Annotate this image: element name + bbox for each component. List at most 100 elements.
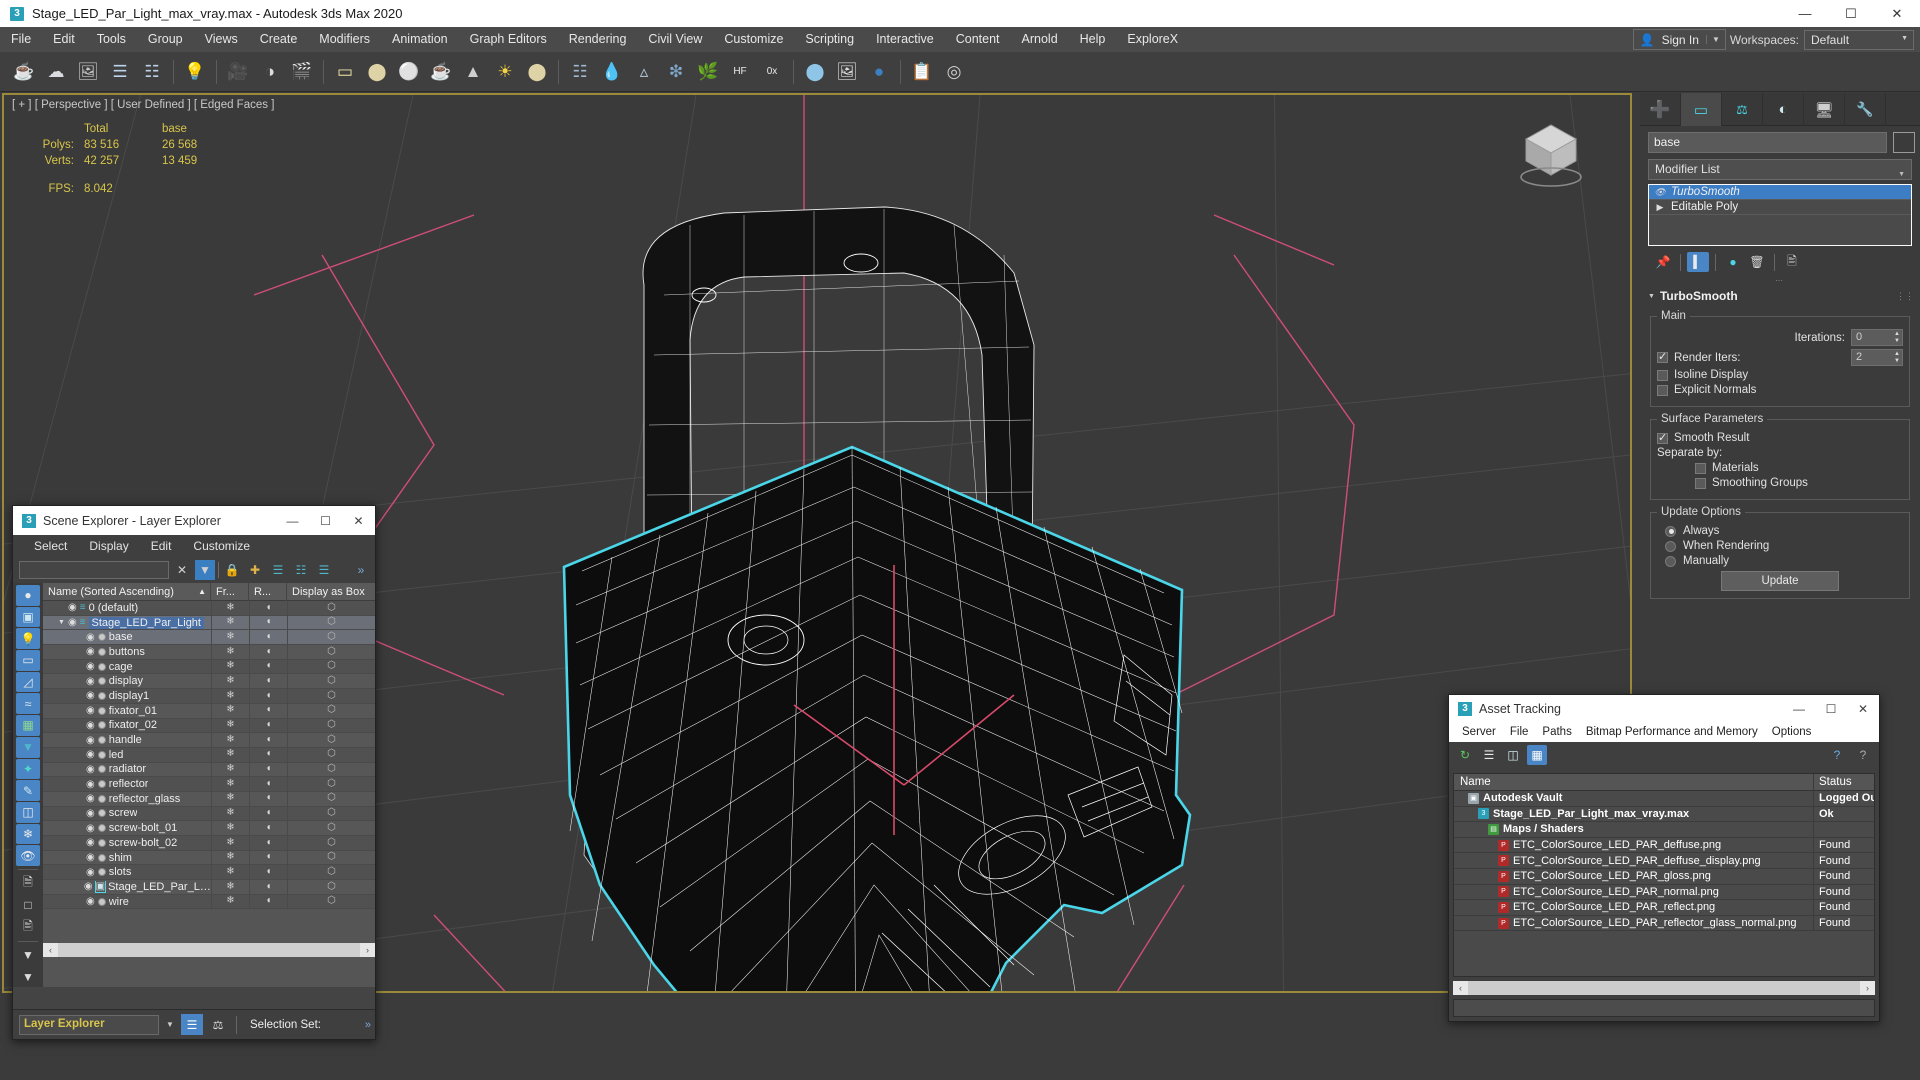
mirror-icon[interactable]: 🌿 (693, 57, 723, 87)
layer-row-name-cell[interactable]: ◉fixator_02 (43, 719, 211, 731)
sidetool-helpers-icon[interactable]: ◿ (16, 672, 40, 693)
object-dot-icon[interactable] (98, 736, 106, 744)
update-always-radio[interactable] (1665, 526, 1676, 537)
scene-explorer-maximize-button[interactable]: ☐ (309, 506, 342, 535)
layer-row-name-cell[interactable]: ◉screw-bolt_01 (43, 822, 211, 834)
object-dot-icon[interactable] (98, 868, 106, 876)
help-pointer-icon[interactable]: ? (1827, 745, 1847, 765)
table-row[interactable]: ◉reflector❄◖⬡ (43, 777, 375, 792)
asset-name-cell[interactable]: 3Stage_LED_Par_Light_max_vray.max (1454, 806, 1814, 822)
smooth-result-checkbox[interactable] (1657, 433, 1668, 444)
visibility-eye-icon[interactable]: ◉ (86, 867, 95, 878)
layer-row-name-cell[interactable]: ◉shim (43, 852, 211, 864)
render-iters-spinner[interactable]: 2 ▲▼ (1851, 349, 1903, 366)
display-as-box-toggle-icon[interactable]: ⬡ (287, 747, 375, 762)
tab-motion[interactable]: ◐ (1763, 93, 1804, 126)
display-as-box-toggle-icon[interactable]: ⬡ (287, 806, 375, 821)
update-button[interactable]: Update (1721, 571, 1839, 591)
table-row[interactable]: ◉reflector_glass❄◖⬡ (43, 792, 375, 807)
freeze-toggle-icon[interactable]: ❄ (211, 601, 249, 616)
layer-row-name-cell[interactable]: ◉fixator_01 (43, 705, 211, 717)
sort-ascending-icon[interactable]: ▲ (198, 583, 210, 601)
turbosmooth-rollout-header[interactable]: ▼ TurboSmooth ⋮⋮ (1640, 287, 1920, 306)
menu-group[interactable]: Group (137, 27, 194, 52)
menu-arnold[interactable]: Arnold (1011, 27, 1069, 52)
renderable-toggle-icon[interactable]: ◖ (249, 777, 287, 792)
scene-explorer-layer-list[interactable]: Name (Sorted Ascending) ▲ Fr... R... Dis… (43, 583, 375, 987)
schematic-view-icon[interactable]: 🖼 (832, 57, 862, 87)
table-row[interactable]: ◉base❄◖⬡ (43, 630, 375, 645)
menu-animation[interactable]: Animation (381, 27, 459, 52)
update-manually-row[interactable]: Manually (1657, 555, 1903, 567)
freeze-toggle-icon[interactable]: ❄ (211, 880, 249, 895)
bind-space-warp-icon[interactable]: ☷ (137, 57, 167, 87)
angle-snap-icon[interactable]: ☷ (565, 57, 595, 87)
modifier-eye-icon[interactable]: 👁 (1649, 187, 1671, 198)
configure-sets-icon[interactable]: 🖹 (1781, 252, 1803, 272)
layer-row-name-cell[interactable]: ◉▣Stage_LED_Par_Light (43, 881, 211, 893)
overflow-chevrons-icon[interactable]: » (365, 1019, 371, 1031)
tab-modify[interactable]: ▭ (1681, 93, 1722, 126)
select-and-rotate-icon[interactable]: ⬤ (362, 57, 392, 87)
visibility-eye-icon[interactable]: ◉ (86, 735, 95, 746)
scroll-thumb[interactable] (58, 943, 360, 957)
asset-tracking-horizontal-scrollbar[interactable]: ‹ › (1453, 981, 1875, 995)
table-row[interactable]: ◉fixator_01❄◖⬡ (43, 704, 375, 719)
visibility-eye-icon[interactable]: ◉ (86, 749, 95, 760)
select-object-icon[interactable]: 💡 (180, 57, 210, 87)
layer-row-name-cell[interactable]: ◉handle (43, 734, 211, 746)
menu-explorex[interactable]: ExploreX (1116, 27, 1189, 52)
chevron-down-icon[interactable]: ▼ (1648, 293, 1655, 300)
visibility-eye-icon[interactable]: ◉ (86, 705, 95, 716)
select-and-place-icon[interactable]: ☀ (490, 57, 520, 87)
select-and-scale-icon[interactable]: ⚪ (394, 57, 424, 87)
display-as-box-toggle-icon[interactable]: ⬡ (287, 718, 375, 733)
scroll-left-icon[interactable]: ‹ (43, 945, 58, 955)
at-menu-file[interactable]: File (1503, 726, 1536, 738)
layer-row-name-cell[interactable]: ◉reflector (43, 778, 211, 790)
object-dot-icon[interactable] (98, 663, 106, 671)
scene-explorer-window[interactable]: 3 Scene Explorer - Layer Explorer — ☐ ✕ … (12, 505, 376, 1040)
renderable-toggle-icon[interactable]: ◖ (249, 601, 287, 616)
explicit-normals-row[interactable]: Explicit Normals (1657, 384, 1903, 396)
renderable-toggle-icon[interactable]: ◖ (249, 880, 287, 895)
asset-name-cell[interactable]: PETC_ColorSource_LED_PAR_normal.png (1454, 884, 1814, 900)
layer-row-name-cell[interactable]: ◉screw-bolt_02 (43, 837, 211, 849)
layer-row-name-cell[interactable]: ◉led (43, 749, 211, 761)
freeze-toggle-icon[interactable]: ❄ (211, 659, 249, 674)
freeze-toggle-icon[interactable]: ❄ (211, 630, 249, 645)
menu-content[interactable]: Content (945, 27, 1011, 52)
freeze-toggle-icon[interactable]: ❄ (211, 689, 249, 704)
render-iters-checkbox[interactable] (1657, 352, 1668, 363)
display-as-box-toggle-icon[interactable]: ⬡ (287, 689, 375, 704)
asset-tracking-maximize-button[interactable]: ☐ (1815, 695, 1847, 722)
workspaces-dropdown[interactable]: Default (1804, 30, 1914, 50)
group-icon[interactable]: ▣ (96, 881, 105, 892)
display-as-box-toggle-icon[interactable]: ⬡ (287, 630, 375, 645)
materials-checkbox[interactable] (1695, 463, 1706, 474)
sidetool-filter-icon[interactable]: ▼ (16, 966, 40, 987)
asset-name-cell[interactable]: ▤Maps / Shaders (1454, 822, 1814, 838)
scene-explorer-close-button[interactable]: ✕ (342, 506, 375, 535)
table-row[interactable]: ◉screw-bolt_01❄◖⬡ (43, 821, 375, 836)
renderable-toggle-icon[interactable]: ◖ (249, 836, 287, 851)
at-column-name[interactable]: Name (1454, 774, 1814, 791)
window-crossing-icon[interactable]: 🎬 (287, 57, 317, 87)
sidetool-blank-icon[interactable]: □ (16, 895, 40, 916)
menu-create[interactable]: Create (249, 27, 309, 52)
sidetool-xrefs-icon[interactable]: ▼ (16, 737, 40, 758)
scroll-left-icon[interactable]: ‹ (1453, 983, 1468, 993)
smooth-result-row[interactable]: Smooth Result (1657, 432, 1903, 444)
visibility-eye-icon[interactable]: ◉ (86, 823, 95, 834)
freeze-toggle-icon[interactable]: ❄ (211, 806, 249, 821)
select-and-move-icon[interactable]: ▭ (330, 57, 360, 87)
layers-stack-icon[interactable]: ☰ (314, 560, 334, 580)
overflow-chevrons-icon[interactable]: » (351, 560, 371, 580)
renderable-toggle-icon[interactable]: ◖ (249, 806, 287, 821)
display-as-box-toggle-icon[interactable]: ⬡ (287, 894, 375, 909)
context-help-icon[interactable]: ? (1853, 745, 1873, 765)
renderable-toggle-icon[interactable]: ◖ (249, 615, 287, 630)
select-region-icon[interactable]: ◑ (255, 57, 285, 87)
expand-triangle-icon[interactable]: ▼ (58, 619, 65, 626)
iterations-spinner[interactable]: 0 ▲▼ (1851, 329, 1903, 346)
